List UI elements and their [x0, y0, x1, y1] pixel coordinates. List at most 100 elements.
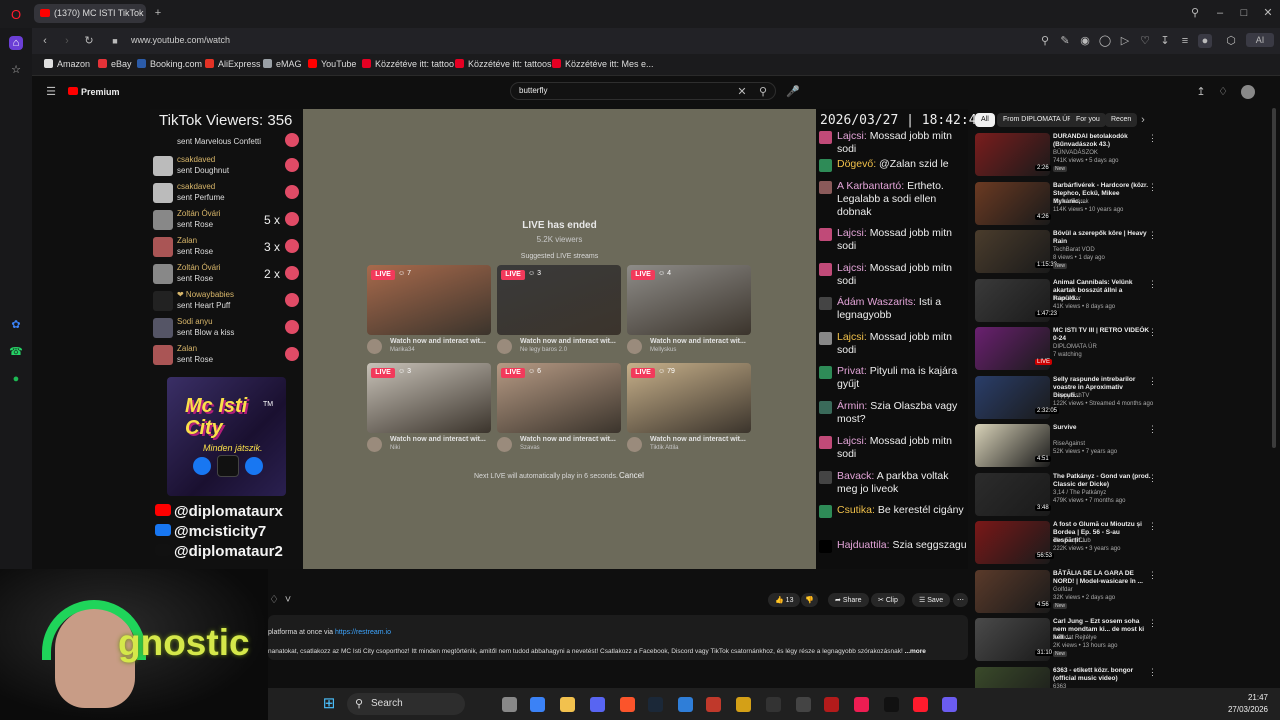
related-video[interactable]: 1:47:23 Animal Cannibals: Velünk akartak … — [975, 278, 1265, 325]
scrollbar[interactable] — [1272, 108, 1276, 448]
url-field[interactable]: www.youtube.com/watch — [131, 35, 230, 45]
new-tab-icon[interactable]: + — [151, 6, 165, 20]
stream-title[interactable]: Watch now and interact wit... — [520, 436, 616, 443]
channel-name[interactable]: The Fool Club — [1053, 538, 1091, 544]
video-title[interactable]: 6363 - etikett közr. bongor (official mu… — [1053, 667, 1151, 683]
channel-name[interactable]: DIPLOMATA ÚR — [1053, 344, 1097, 350]
windows-start-icon[interactable]: ⊞ — [322, 696, 336, 711]
channel-name[interactable]: HappyFishTV — [1053, 393, 1089, 399]
video-title[interactable]: Bövül a szerepők köre | Heavy Rain — [1053, 230, 1151, 246]
share-button[interactable]: ➦ Share — [828, 593, 869, 607]
stream-title[interactable]: Watch now and interact wit... — [650, 436, 746, 443]
stream-title[interactable]: Watch now and interact wit... — [390, 436, 486, 443]
messenger-icon[interactable]: ✿ — [9, 318, 23, 332]
suggested-stream-card[interactable]: LIVE ☺ 4 Watch now and interact wit... Mell… — [627, 265, 751, 357]
close-icon[interactable]: ✕ — [1261, 6, 1275, 20]
related-video[interactable]: 4:56 BĂTĂLIA DE LA GARA DE NORD! | Model-… — [975, 569, 1265, 616]
chevron-right-icon[interactable]: › — [1136, 113, 1150, 127]
cortana-icon[interactable] — [942, 697, 957, 712]
bookmark-item[interactable]: Amazon — [44, 59, 90, 69]
spotify-icon[interactable]: ● — [9, 372, 23, 386]
related-video[interactable]: 1:15:30 Bövül a szerepők köre | Heavy Rai… — [975, 230, 1265, 276]
steam-icon[interactable] — [648, 697, 663, 712]
related-video[interactable]: 3:48 The Patkányz - Gond van (prod. Class… — [975, 472, 1265, 519]
restream-link[interactable]: https://restream.io — [335, 629, 391, 636]
clip-button[interactable]: ✂ Clip — [871, 593, 905, 607]
notifications-icon[interactable]: ♢ — [1216, 85, 1230, 99]
suggested-stream-card[interactable]: LIVE ☺ 7 Watch now and interact wit... Mari… — [367, 265, 491, 357]
related-video[interactable]: 56:53 A fost o Glumă cu Mioutzu și Bordea… — [975, 521, 1265, 567]
channel-name[interactable]: TechBarat VOD — [1053, 247, 1095, 253]
stream-title[interactable]: Watch now and interact wit... — [520, 338, 616, 345]
related-video[interactable]: 4:51 Survive RiseAgainst 52K views • 7 year… — [975, 424, 1265, 470]
show-more-link[interactable]: ...more — [905, 648, 926, 655]
bookmark-item[interactable]: eMAG — [263, 59, 302, 69]
video-title[interactable]: The Patkányz - Gond van (prod. Classic d… — [1053, 473, 1151, 489]
more-icon[interactable]: ⋮ — [1148, 182, 1157, 193]
more-icon[interactable]: ⋮ — [1148, 230, 1157, 241]
taskbar-search[interactable]: ⚲ Search — [347, 693, 465, 715]
bookmark-item[interactable]: YouTube — [308, 59, 356, 69]
suggested-stream-card[interactable]: LIVE ☺ 3 Watch now and interact wit... Niki — [367, 363, 491, 455]
channel-name[interactable]: BŰNVADÁSZOK — [1053, 150, 1098, 156]
edit-icon[interactable]: ✎ — [1058, 34, 1072, 48]
filter-chip[interactable]: For you — [1070, 113, 1106, 127]
widgets-icon[interactable] — [530, 697, 545, 712]
heart-icon[interactable]: ♡ — [1138, 34, 1152, 48]
bookmark-item[interactable]: Közzétéve itt: tattoo — [362, 59, 454, 69]
filter-chip[interactable]: Recen — [1105, 113, 1138, 127]
bookmark-item[interactable]: Booking.com — [137, 59, 202, 69]
bell-icon[interactable]: ♢ — [267, 593, 281, 607]
bookmark-item[interactable]: Közzétéve itt: Mes e... — [552, 59, 654, 69]
video-title[interactable]: DURANDAI betolakodók (Bűnvadászok 43.) — [1053, 133, 1151, 149]
bookmark-item[interactable]: Közzétéve itt: tattoos — [455, 59, 552, 69]
related-video[interactable]: 4:26 Barbárfivérek - Hardcore (közr. Step… — [975, 181, 1265, 228]
avatar[interactable] — [1241, 85, 1255, 99]
suggested-stream-card[interactable]: LIVE ☺ 6 Watch now and interact wit... Szav… — [497, 363, 621, 455]
channel-name[interactable]: Barbárfivérek — [1053, 199, 1089, 205]
stream-title[interactable]: Watch now and interact wit... — [390, 338, 486, 345]
winrar-icon[interactable] — [824, 697, 839, 712]
like-button[interactable]: 👍 13 — [768, 593, 801, 607]
camera-icon[interactable]: ◉ — [1078, 34, 1092, 48]
vpn-icon[interactable]: ◯ — [1098, 34, 1112, 48]
more-icon[interactable]: ⋮ — [1148, 618, 1157, 629]
play-icon[interactable]: ▷ — [1118, 34, 1132, 48]
stream-title[interactable]: Watch now and interact wit... — [650, 338, 746, 345]
channel-name[interactable]: RiseAgainst — [1053, 441, 1085, 447]
search-icon[interactable]: ⚲ — [756, 85, 770, 99]
more-icon[interactable]: ⋮ — [1148, 424, 1157, 435]
profile-icon[interactable]: ● — [1198, 34, 1212, 48]
more-icon[interactable]: ⋮ — [1148, 667, 1157, 678]
save-button[interactable]: ☰ Save — [912, 593, 951, 607]
star-icon[interactable]: ☆ — [9, 63, 23, 77]
clear-search-icon[interactable]: ✕ — [735, 85, 749, 99]
video-title[interactable]: MC ISTI TV III | RETRO VIDEÓK 0-24 — [1053, 327, 1151, 343]
suggested-stream-card[interactable]: LIVE ☺ 79 Watch now and interact wit... Tik… — [627, 363, 751, 455]
whatsapp-icon[interactable]: ☎ — [9, 345, 23, 359]
video-title[interactable]: Survive — [1053, 424, 1151, 432]
tiktok-live-icon[interactable] — [884, 697, 899, 712]
file-explorer-icon[interactable] — [560, 697, 575, 712]
app-icon[interactable] — [766, 697, 781, 712]
reload-icon[interactable]: ↻ — [82, 34, 96, 48]
youtube-logo-icon[interactable] — [68, 87, 78, 95]
home-icon[interactable]: ⌂ — [9, 36, 23, 50]
menu-icon[interactable]: ≡ — [1178, 34, 1192, 48]
aria-ai-icon[interactable]: AI — [1246, 33, 1274, 47]
chevron-down-icon[interactable]: ˅ — [281, 593, 295, 607]
related-video[interactable]: 2:32:05 Selly raspunde intrebarilor voast… — [975, 375, 1265, 422]
related-video[interactable]: LIVE MC ISTI TV III | RETRO VIDEÓK 0-24 DI… — [975, 327, 1265, 373]
brave-icon[interactable] — [620, 697, 635, 712]
download-icon[interactable]: ↧ — [1158, 34, 1172, 48]
opera-icon[interactable] — [913, 697, 928, 712]
video-title[interactable]: BĂTĂLIA DE LA GARA DE NORD! | Model-wasi… — [1053, 570, 1151, 586]
related-video[interactable]: 2:26 DURANDAI betolakodók (Bűnvadászok 43… — [975, 133, 1265, 179]
discord-icon[interactable] — [590, 697, 605, 712]
back-icon[interactable]: ‹ — [38, 34, 52, 48]
tiktok-icon[interactable] — [854, 697, 869, 712]
more-icon[interactable]: ⋮ — [1148, 570, 1157, 581]
hamburger-icon[interactable]: ☰ — [44, 85, 58, 99]
photos-icon[interactable] — [678, 697, 693, 712]
opera-logo-icon[interactable]: O — [9, 8, 23, 22]
